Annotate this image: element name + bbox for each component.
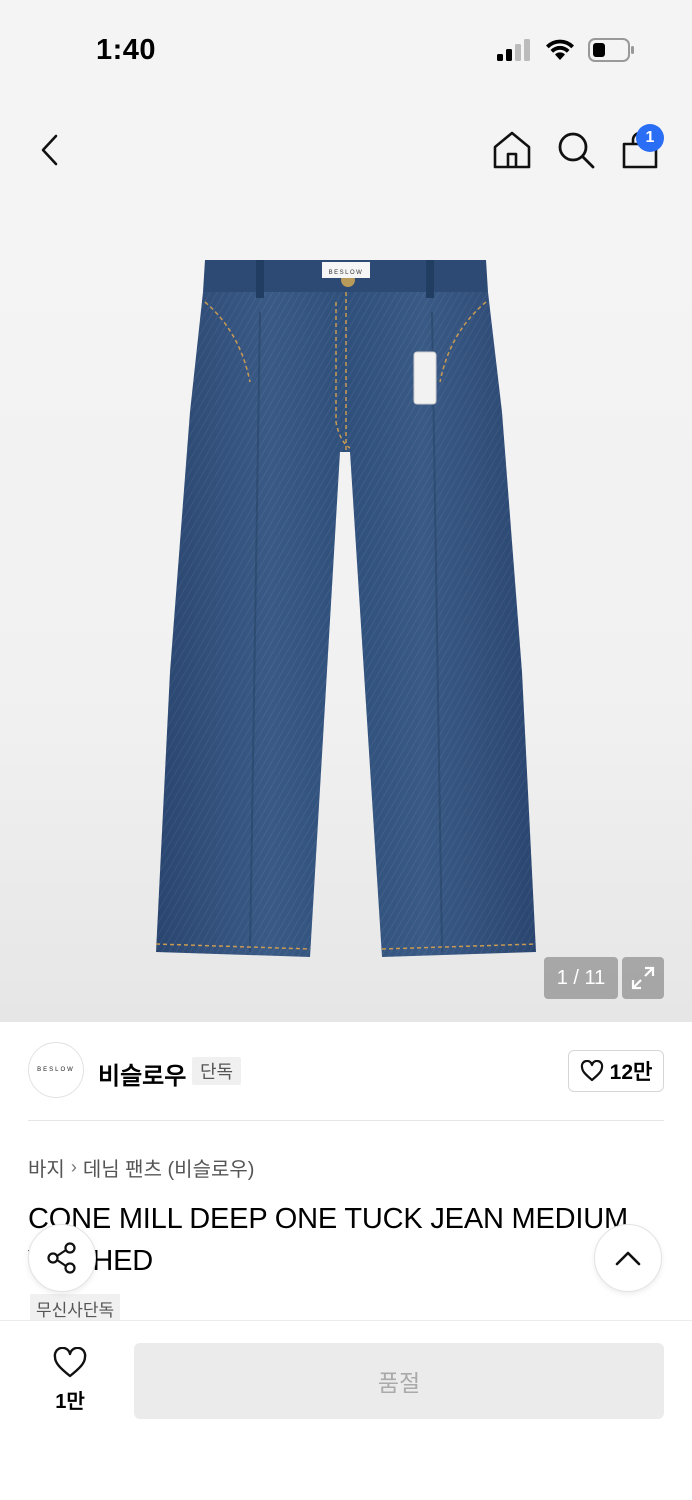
brand-logo[interactable]: BESLOW: [28, 1042, 84, 1098]
search-button[interactable]: [554, 128, 598, 172]
brand-row: BESLOW 비슬로우 단독 12만: [0, 1022, 692, 1122]
chevron-up-icon: [615, 1251, 641, 1266]
cart-badge: 1: [636, 124, 664, 152]
signal-icon: [497, 39, 530, 61]
brand-exclusive-badge: 단독: [192, 1057, 242, 1085]
status-bar: 1:40: [0, 0, 692, 100]
heart-icon: [53, 1347, 87, 1378]
home-button[interactable]: [490, 128, 534, 172]
breadcrumb: 바지 › 데님 팬츠 (비슬로우): [28, 1153, 254, 1182]
image-counter: 1 / 11: [544, 957, 618, 999]
heart-icon: [580, 1060, 603, 1082]
exclusive-tag: 무신사단독: [30, 1294, 121, 1322]
expand-image-button[interactable]: [622, 957, 664, 999]
brand-name[interactable]: 비슬로우: [98, 1056, 186, 1091]
product-image-gallery[interactable]: BESLOW 1 / 11: [0, 200, 692, 1022]
wishlist-button[interactable]: 1만: [40, 1347, 100, 1417]
back-button[interactable]: [30, 130, 70, 170]
breadcrumb-subcategory[interactable]: 데님 팬츠 (비슬로우): [83, 1153, 255, 1182]
brand-like-count: 12만: [609, 1061, 653, 1084]
home-icon: [493, 131, 531, 169]
back-arrow-icon: [41, 134, 58, 166]
wifi-icon: [546, 39, 574, 60]
expand-icon: [631, 966, 655, 990]
scroll-top-button[interactable]: [594, 1224, 662, 1292]
sold-out-button[interactable]: 품절: [134, 1343, 664, 1419]
battery-icon: [588, 38, 634, 62]
product-image-jeans: BESLOW: [155, 260, 537, 957]
bottom-action-bar: 1만 품절: [0, 1320, 692, 1500]
status-icons: [496, 38, 636, 62]
wishlist-count: 1만: [55, 1391, 85, 1413]
share-button[interactable]: [28, 1224, 96, 1292]
brand-like-button[interactable]: 12만: [568, 1050, 664, 1092]
search-icon: [558, 132, 595, 169]
product-title: CONE MILL DEEP ONE TUCK JEAN MEDIUM WASH…: [28, 1203, 628, 1277]
top-nav-bar: [0, 100, 692, 200]
divider: [28, 1120, 664, 1121]
jeans-brand-label: BESLOW: [329, 270, 364, 276]
share-icon: [47, 1242, 76, 1274]
chevron-right-icon: ›: [70, 1157, 77, 1177]
breadcrumb-category[interactable]: 바지: [28, 1153, 65, 1182]
status-time: 1:40: [96, 34, 157, 66]
